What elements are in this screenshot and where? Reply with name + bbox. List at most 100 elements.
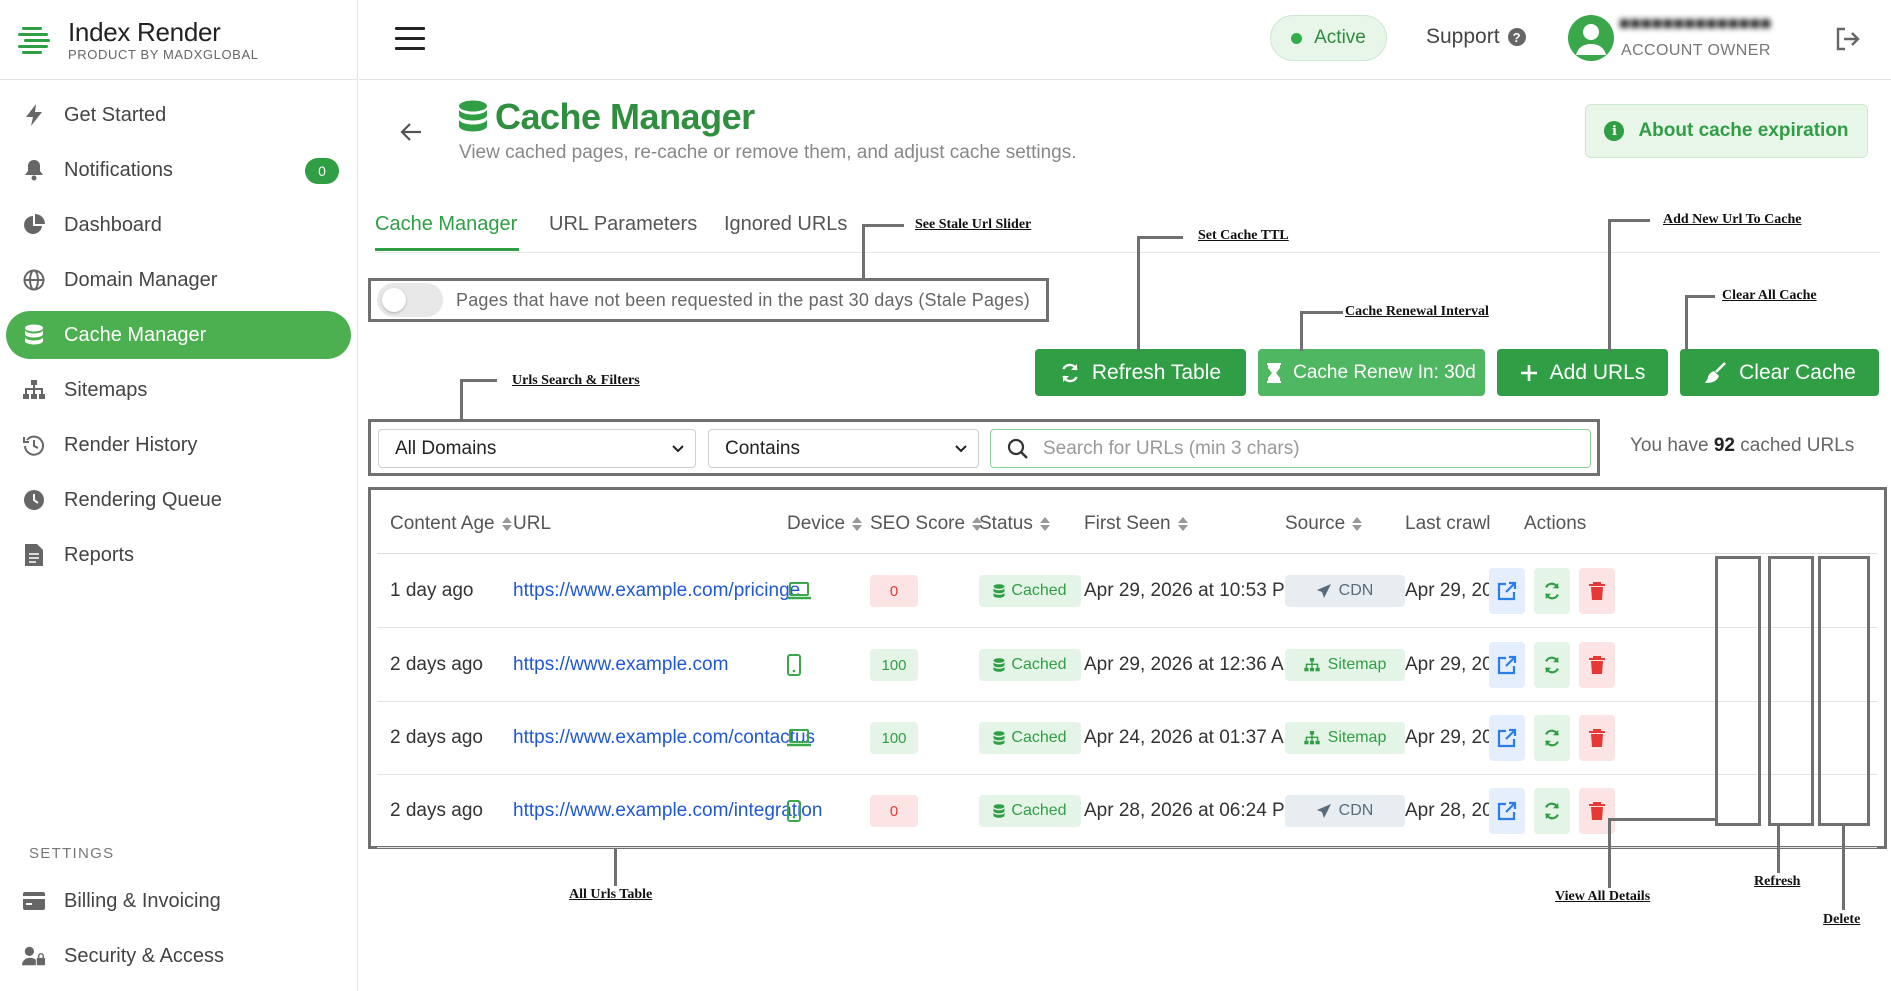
column-header-device[interactable]: Device [787,513,863,535]
sidebar-item-security[interactable]: Security & Access [6,932,352,980]
sidebar-item-label: Cache Manager [64,323,207,346]
url-search-input[interactable] [1043,437,1563,460]
last-crawl: Apr 29, 20 [1405,580,1493,601]
about-cache-expiration-button[interactable]: i About cache expiration [1585,104,1868,158]
add-urls-button[interactable]: Add URLs [1497,349,1668,396]
status-badge: Cached [979,722,1081,754]
menu-toggle-icon[interactable] [395,27,425,51]
last-crawl: Apr 29, 20 [1405,654,1493,675]
cache-renew-label: Cache Renew In: 30d [1293,361,1476,383]
sidebar-item-billing[interactable]: Billing & Invoicing [6,877,352,925]
tabs-divider [375,252,1880,253]
annotation-connector [862,224,904,227]
seo-score-badge: 100 [870,649,918,681]
account-role: ACCOUNT OWNER [1621,42,1771,59]
status-text: Active [1314,27,1366,48]
clear-cache-button[interactable]: Clear Cache [1680,349,1879,396]
sidebar-item-label: Dashboard [64,213,162,236]
annotation-details: View All Details [1555,889,1651,904]
sidebar-item-dashboard[interactable]: Dashboard [6,201,351,249]
column-header-source[interactable]: Source [1285,513,1363,535]
column-header-seo-score[interactable]: SEO Score [870,513,983,535]
delete-column-highlight [1818,556,1870,826]
sidebar-item-render-history[interactable]: Render History [6,421,351,469]
refresh-url-button[interactable] [1534,642,1570,688]
sitemap-icon [22,378,46,402]
column-header-first-seen[interactable]: First Seen [1084,513,1188,535]
status-badge: Cached [979,795,1081,827]
external-link-icon [1497,581,1517,601]
annotation-connector [1608,818,1718,821]
annotation-connector [1608,818,1611,888]
view-details-button[interactable] [1489,715,1525,761]
content-age: 2 days ago [390,727,483,748]
first-seen: Apr 29, 2026 at 12:36 AM [1084,654,1300,675]
sitemap-icon [1303,658,1320,672]
back-arrow-icon[interactable] [400,122,422,142]
delete-url-button[interactable] [1579,715,1615,761]
annotation-connector [1685,295,1688,351]
sidebar-item-domain-manager[interactable]: Domain Manager [6,256,351,304]
sidebar-item-label: Render History [64,433,198,456]
cache-renew-interval-button[interactable]: Cache Renew In: 30d [1258,349,1485,396]
status-badge: Active [1270,15,1387,61]
refresh-url-button[interactable] [1534,788,1570,834]
column-header-status[interactable]: Status [979,513,1050,535]
cached-url-count: You have 92 cached URLs [1630,435,1854,457]
column-header-content-age[interactable]: Content Age [390,513,512,535]
annotation-table: All Urls Table [569,887,653,902]
sidebar-item-reports[interactable]: Reports [6,531,351,579]
help-icon: ? [1507,28,1526,46]
brand[interactable]: Index Render PRODUCT BY MADXGLOBAL [0,0,357,80]
delete-url-button[interactable] [1579,642,1615,688]
sidebar-item-rendering-queue[interactable]: Rendering Queue [6,476,351,524]
delete-url-button[interactable] [1579,568,1615,614]
view-details-button[interactable] [1489,642,1525,688]
count-value: 92 [1713,435,1735,456]
table-row: 1 day ago https://www.example.com/pricin… [377,555,1877,628]
url-link[interactable]: https://www.example.com/pricinge [513,580,800,602]
refresh-column-highlight [1768,556,1814,826]
last-crawl: Apr 29, 20 [1405,727,1493,748]
refresh-table-button[interactable]: Refresh Table [1035,349,1246,396]
annotation-connector [862,224,865,281]
tab-cache-manager[interactable]: Cache Manager [375,213,517,236]
first-seen: Apr 24, 2026 at 01:37 AM [1084,727,1300,748]
count-suffix: cached URLs [1740,435,1855,456]
sidebar-item-label: Notifications [64,158,173,181]
sidebar-item-get-started[interactable]: Get Started [6,91,351,139]
view-details-button[interactable] [1489,788,1525,834]
support-link[interactable]: Support ? [1426,25,1526,49]
tab-ignored-urls[interactable]: Ignored URLs [724,213,847,236]
table-row: 2 days ago https://www.example.com/conta… [377,702,1877,775]
logout-icon[interactable] [1835,26,1861,52]
domain-select[interactable]: All Domains [378,429,696,468]
sort-icon [852,517,863,531]
page-title: Cache Manager [495,96,755,137]
refresh-url-button[interactable] [1534,715,1570,761]
url-link[interactable]: https://www.example.com [513,654,728,676]
sidebar-item-notifications[interactable]: Notifications 0 [6,146,351,194]
external-link-icon [1497,728,1517,748]
match-type-select[interactable]: Contains [708,429,979,468]
first-seen: Apr 29, 2026 at 10:53 PM [1084,580,1301,601]
annotation-connector [614,848,617,886]
url-link[interactable]: https://www.example.com/contactus [513,727,815,749]
sidebar-item-cache-manager[interactable]: Cache Manager [6,311,351,359]
refresh-url-button[interactable] [1534,568,1570,614]
tab-url-parameters[interactable]: URL Parameters [549,213,697,236]
view-details-button[interactable] [1489,568,1525,614]
sidebar-item-sitemaps[interactable]: Sitemaps [6,366,351,414]
stale-pages-toggle[interactable] [377,283,443,317]
sitemap-icon [1303,731,1320,745]
history-icon [22,433,46,457]
annotation-connector [1300,311,1343,314]
sidebar-item-label: Reports [64,543,135,566]
send-icon [1316,584,1331,598]
avatar[interactable] [1568,15,1614,61]
trash-icon [1589,582,1605,600]
annotation-ttl: Set Cache TTL [1198,228,1289,243]
url-link[interactable]: https://www.example.com/integration [513,800,822,822]
trash-icon [1589,729,1605,747]
plus-icon [1520,364,1537,381]
